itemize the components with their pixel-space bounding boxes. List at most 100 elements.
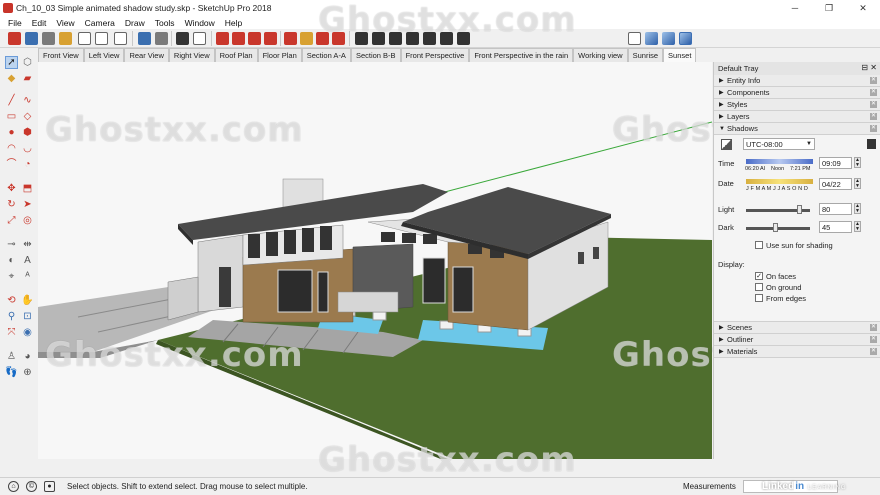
3d-warehouse-icon[interactable] <box>216 32 229 45</box>
ruby-console-icon[interactable] <box>332 32 345 45</box>
dark-spinner[interactable]: ▲ ▼ <box>854 221 861 232</box>
light-slider-thumb[interactable] <box>797 205 802 214</box>
menu-file[interactable]: File <box>3 18 27 28</box>
panel-styles[interactable]: ▶ Styles ✕ <box>714 99 880 111</box>
display-section-icon[interactable] <box>662 32 675 45</box>
close-icon[interactable]: ✕ <box>870 336 877 343</box>
on-faces-checkbox[interactable]: ✓ <box>755 272 763 280</box>
components-icon[interactable] <box>284 32 297 45</box>
close-button[interactable]: ✕ <box>846 0 880 16</box>
section-plane-tool-icon[interactable]: ⊕ <box>21 366 34 379</box>
paint-bucket-icon[interactable] <box>59 32 72 45</box>
select-icon[interactable] <box>25 32 38 45</box>
home-icon[interactable] <box>389 32 402 45</box>
minimize-button[interactable]: ─ <box>778 0 812 16</box>
text-tool-icon[interactable]: A <box>21 254 34 267</box>
right-view-icon[interactable] <box>423 32 436 45</box>
geo-location-icon[interactable]: ⌂ <box>8 481 19 492</box>
menu-tools[interactable]: Tools <box>150 18 180 28</box>
panel-materials[interactable]: ▶ Materials ✕ <box>714 346 880 358</box>
panel-scenes[interactable]: ▶ Scenes ✕ <box>714 322 880 334</box>
menu-edit[interactable]: Edit <box>27 18 52 28</box>
front-view-icon[interactable] <box>406 32 419 45</box>
position-camera-icon[interactable]: ♙ <box>5 350 18 363</box>
zoom-extents-icon[interactable]: ⤧ <box>5 326 18 339</box>
rotate-tool-icon[interactable]: ↻ <box>5 198 18 211</box>
panel-entity-info[interactable]: ▶ Entity Info ✕ <box>714 75 880 87</box>
layout-icon[interactable] <box>264 32 277 45</box>
rotated-rectangle-icon[interactable]: ◇ <box>21 110 34 123</box>
panel-shadows[interactable]: ▼ Shadows ✕ <box>714 123 880 135</box>
zoom-window-icon[interactable]: ⊡ <box>21 310 34 323</box>
arc-tool-icon[interactable]: ◠ <box>5 142 18 155</box>
use-sun-checkbox[interactable] <box>755 241 763 249</box>
menu-window[interactable]: Window <box>180 18 220 28</box>
scene-tab[interactable]: Rear View <box>124 48 169 62</box>
scene-tab[interactable]: Sunrise <box>627 48 664 62</box>
component-tool-icon[interactable]: ⬡ <box>21 56 34 69</box>
arrow-icon[interactable] <box>628 32 641 45</box>
date-spinner[interactable]: ▲ ▼ <box>854 178 861 189</box>
model-viewport[interactable] <box>38 62 712 459</box>
panel-outliner[interactable]: ▶ Outliner ✕ <box>714 334 880 346</box>
time-slider[interactable] <box>746 159 813 164</box>
close-icon[interactable]: ✕ <box>870 348 877 355</box>
tape-measure-icon[interactable]: ⊸ <box>5 238 18 251</box>
two-point-arc-icon[interactable]: ◡ <box>21 142 34 155</box>
tray-pin-close-icon[interactable]: ⊟ ✕ <box>861 63 877 72</box>
axes-tool-icon[interactable]: ⌖ <box>5 270 18 283</box>
paint-tool-icon[interactable]: ◆ <box>5 72 18 85</box>
select-tool-icon[interactable]: ➚ <box>5 56 18 69</box>
protractor-icon[interactable]: ◐ <box>5 254 18 267</box>
menu-camera[interactable]: Camera <box>80 18 120 28</box>
toggle-shadows-icon[interactable] <box>721 139 732 150</box>
left-view-icon[interactable] <box>457 32 470 45</box>
extension-manager-icon[interactable] <box>316 32 329 45</box>
materials-icon[interactable] <box>300 32 313 45</box>
credits-icon[interactable]: © <box>26 481 37 492</box>
scene-tab[interactable]: Section B-B <box>350 48 401 62</box>
scene-tab[interactable]: Front Perspective in the rain <box>469 48 574 62</box>
eraser-tool-icon[interactable]: ▰ <box>21 72 34 85</box>
3d-text-icon[interactable]: ᴬ <box>21 270 34 283</box>
circle-tool-icon[interactable]: ● <box>5 126 18 139</box>
look-around-icon[interactable]: ◕ <box>21 350 34 363</box>
details-toggle-icon[interactable] <box>867 139 876 149</box>
close-icon[interactable]: ✕ <box>870 89 877 96</box>
pie-tool-icon[interactable]: ◔ <box>21 158 34 171</box>
date-input[interactable]: 04/22 <box>819 178 852 190</box>
print-icon[interactable] <box>176 32 189 45</box>
undo-icon[interactable] <box>138 32 151 45</box>
iso-view-icon[interactable] <box>355 32 368 45</box>
scene-tab[interactable]: Left View <box>83 48 125 62</box>
redo-icon[interactable] <box>155 32 168 45</box>
getting-started-icon[interactable] <box>8 32 21 45</box>
scene-tab[interactable]: Front View <box>38 48 84 62</box>
dark-input[interactable]: 45 <box>819 221 852 233</box>
back-view-icon[interactable] <box>440 32 453 45</box>
three-point-arc-icon[interactable]: ⌒ <box>5 158 18 171</box>
menu-view[interactable]: View <box>51 18 79 28</box>
close-icon[interactable]: ✕ <box>870 77 877 84</box>
top-view-icon[interactable] <box>372 32 385 45</box>
polygon-tool-icon[interactable]: ⬢ <box>21 126 34 139</box>
section-plane-icon[interactable] <box>645 32 658 45</box>
eraser-icon[interactable] <box>42 32 55 45</box>
scale-tool-icon[interactable]: ⤢ <box>5 214 18 227</box>
model-info-icon[interactable] <box>193 32 206 45</box>
scene-tab-active[interactable]: Sunset <box>663 48 697 62</box>
panel-layers[interactable]: ▶ Layers ✕ <box>714 111 880 123</box>
time-spinner[interactable]: ▲ ▼ <box>854 157 861 168</box>
scene-tab[interactable]: Section A-A <box>301 48 351 62</box>
pencil-icon[interactable] <box>78 32 91 45</box>
maximize-button[interactable]: ❐ <box>812 0 846 16</box>
orbit-tool-icon[interactable]: ⟲ <box>5 294 18 307</box>
time-input[interactable]: 09:09 <box>819 157 852 169</box>
walk-tool-icon[interactable]: 👣 <box>5 366 18 379</box>
menu-draw[interactable]: Draw <box>120 18 150 28</box>
menu-help[interactable]: Help <box>220 18 247 28</box>
dark-slider-thumb[interactable] <box>773 223 778 232</box>
date-slider[interactable] <box>746 179 813 184</box>
scene-tab[interactable]: Roof Plan <box>214 48 258 62</box>
no-entry-icon[interactable] <box>114 32 127 45</box>
